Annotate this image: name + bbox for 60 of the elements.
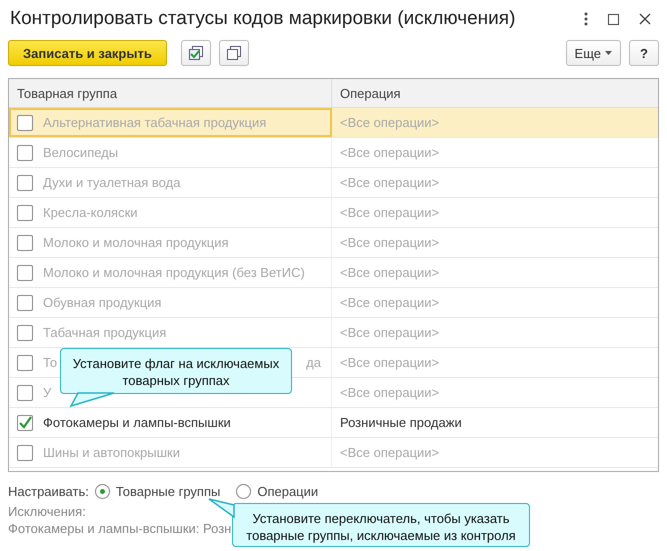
product-group-name: Табачная продукция (43, 325, 166, 340)
uncheck-all-button[interactable] (218, 40, 249, 66)
stacked-squares-icon (226, 45, 242, 61)
operation-name: <Все операции> (340, 145, 440, 160)
checkbox[interactable] (17, 144, 33, 160)
checkbox[interactable] (17, 384, 33, 400)
callout-text: Установите флаг на исключаемых товарных группах (72, 356, 280, 388)
checkbox[interactable] (17, 264, 33, 280)
operation-name: <Все операции> (340, 175, 440, 190)
product-group-name: У (43, 385, 52, 400)
exceptions-label: Исключения: (8, 504, 86, 519)
column-header: Товарная группа (9, 79, 332, 107)
product-group-name: Обувная продукция (43, 295, 162, 310)
radio-label[interactable]: Товарные группы (116, 484, 220, 499)
caret-icon (605, 51, 612, 55)
operation-name: <Все операции> (340, 265, 440, 280)
operation-name: Розничные продажи (340, 415, 462, 430)
checkbox[interactable] (17, 324, 33, 340)
product-group-name: Кресла-коляски (43, 205, 138, 220)
help-button[interactable]: ? (629, 40, 659, 66)
product-group-name: Молоко и молочная продукция (без ВетИС) (43, 265, 305, 280)
checkbox[interactable] (17, 114, 33, 130)
operation-name: <Все операции> (340, 325, 440, 340)
checkbox[interactable] (17, 444, 33, 460)
radio-button[interactable] (94, 484, 110, 499)
more-button[interactable]: Еще (566, 40, 621, 66)
checkbox[interactable] (17, 204, 33, 220)
radio-button[interactable] (236, 484, 252, 499)
operation-name: <Все операции> (340, 115, 440, 130)
checkbox[interactable] (17, 354, 33, 370)
checkbox[interactable] (17, 414, 33, 430)
product-group-name: Молоко и молочная продукция (43, 235, 229, 250)
checkbox[interactable] (17, 174, 33, 190)
window-title: Контролировать статусы кодов маркировки (исключения) (10, 8, 516, 30)
check-all-button[interactable] (180, 40, 211, 66)
product-group-name: Шины и автопокрышки (43, 445, 180, 460)
product-group-name: да (306, 355, 321, 370)
checkbox[interactable] (17, 294, 33, 310)
settings-label: Настраивать: (8, 484, 89, 499)
close-icon[interactable] (639, 13, 651, 25)
save-and-close-button[interactable]: Записать и закрыть (8, 40, 167, 66)
product-group-name: Альтернативная табачная продукция (43, 115, 266, 130)
radio-label[interactable]: Операции (257, 484, 318, 499)
exceptions-text: Фотокамеры и лампы-вспышки: Розн (8, 521, 232, 536)
product-group-name: Фотокамеры и лампы-вспышки (43, 415, 231, 430)
column-header: Операция (339, 84, 401, 103)
operation-name: <Все операции> (340, 355, 440, 370)
more-options-icon[interactable] (584, 12, 588, 26)
product-group-name: Велосипеды (43, 145, 118, 160)
checked-list-icon (188, 45, 204, 61)
product-group-name: Духи и туалетная вода (43, 175, 180, 190)
operation-name: <Все операции> (340, 445, 440, 460)
callout-text: Установите переключатель, чтобы указать товарные группы, исключаемые из контроля (246, 511, 516, 543)
operation-name: <Все операции> (340, 235, 440, 250)
maximize-icon[interactable] (608, 14, 619, 24)
operation-name: <Все операции> (340, 205, 440, 220)
checkbox[interactable] (17, 234, 33, 250)
product-group-name: То (43, 355, 58, 370)
operation-name: <Все операции> (340, 295, 440, 310)
operation-name: <Все операции> (340, 385, 440, 400)
